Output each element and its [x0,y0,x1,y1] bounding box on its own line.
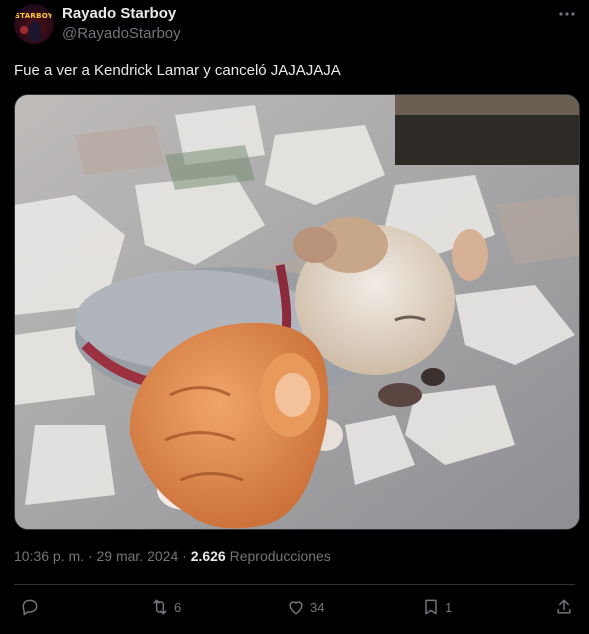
user-handle[interactable]: @RayadoStarboy [62,25,181,42]
tweet-text: Fue a ver a Kendrick Lamar y canceló JAJ… [14,62,341,79]
display-name[interactable]: Rayado Starboy [62,5,176,22]
more-options-icon[interactable] [557,6,577,22]
retweet-count: 6 [174,599,182,615]
views-label: Reproducciones [229,548,331,564]
tweet-date[interactable]: 29 mar. 2024 [97,548,179,564]
divider [14,584,575,585]
avatar-glow [20,26,28,34]
meta-separator: · [87,548,93,564]
bookmark-icon [425,599,437,615]
share-icon [557,599,571,614]
avatar[interactable]: STARBOY [14,4,54,44]
like-button[interactable]: 34 [286,596,324,618]
retweet-icon [153,599,167,615]
photo-puppy-pointing-hand [15,95,579,529]
tweet-meta: 10:36 p. m. · 29 mar. 2024 · 2.626 Repro… [14,548,331,564]
tweet-time[interactable]: 10:36 p. m. [14,548,84,564]
views-count: 2.626 [190,548,226,564]
like-count: 34 [310,599,325,615]
tweet-media-photo[interactable] [14,94,580,530]
retweet-button[interactable]: 6 [150,596,181,618]
tweet: STARBOY Rayado Starboy @RayadoStarboy Fu… [0,0,589,634]
reply-button[interactable] [20,596,44,618]
share-button[interactable] [554,596,574,618]
ellipsis-icon [559,12,575,16]
avatar-figure [29,21,41,41]
bookmark-button[interactable]: 1 [421,596,452,618]
bookmark-count: 1 [445,599,453,615]
meta-separator: · [182,548,187,564]
reply-icon [22,599,38,616]
heart-icon [289,601,303,615]
avatar-logo-text: STARBOY [14,12,54,20]
